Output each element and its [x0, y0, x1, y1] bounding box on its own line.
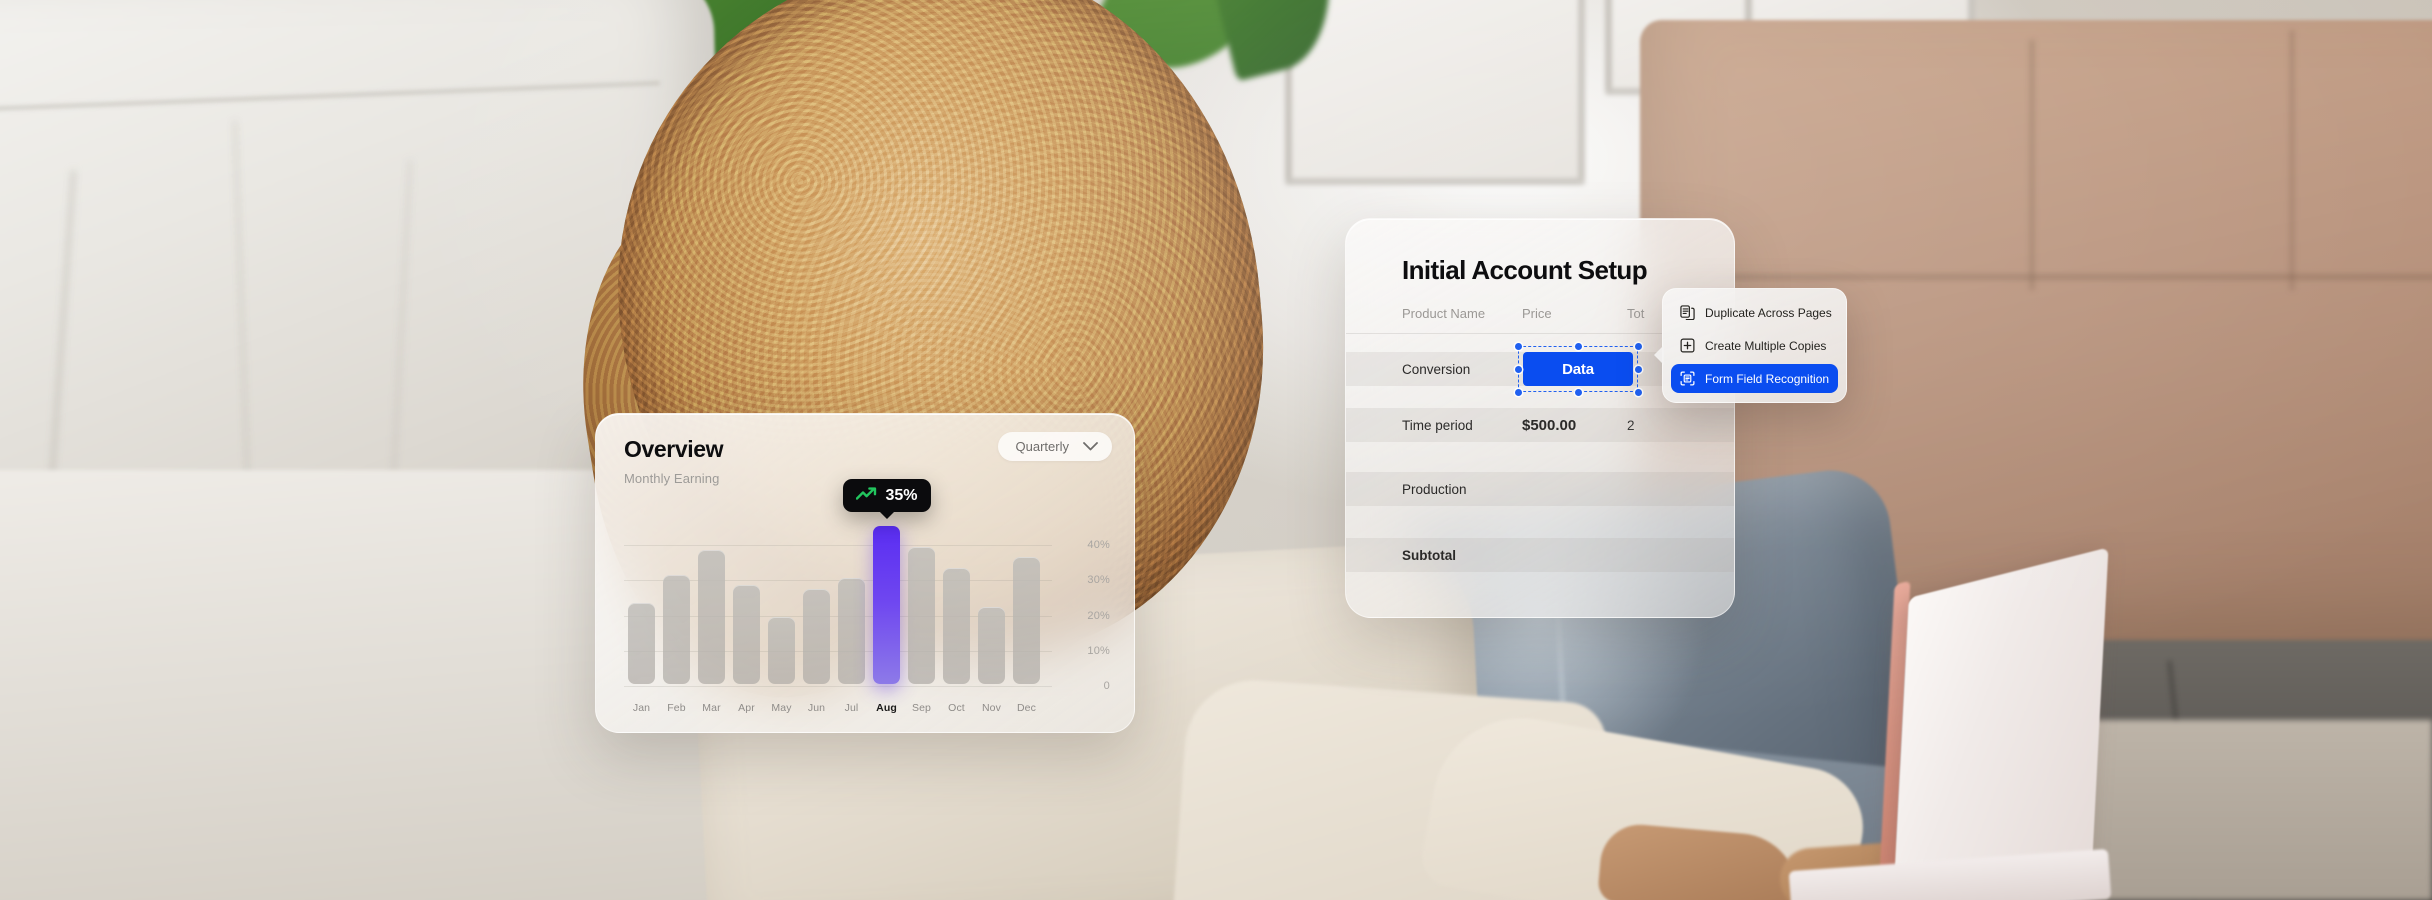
bar[interactable]: [733, 585, 760, 684]
bar[interactable]: [628, 603, 655, 684]
plus-box-icon: [1680, 338, 1695, 353]
bar-column[interactable]: [694, 524, 729, 684]
chart-bars: 35%: [624, 479, 1044, 684]
menu-item-duplicate-across-pages[interactable]: Duplicate Across Pages: [1671, 298, 1838, 327]
laptop-screen: [1891, 547, 2109, 900]
initial-account-setup-card: Initial Account Setup Product Name Price…: [1345, 218, 1735, 618]
sofa-seam: [1650, 275, 2432, 279]
menu-item-create-multiple-copies[interactable]: Create Multiple Copies: [1671, 331, 1838, 360]
y-axis-tick-label: 40%: [1087, 539, 1110, 552]
bar[interactable]: [908, 546, 935, 684]
cell-subtotal-label: Subtotal: [1402, 547, 1456, 563]
trending-up-icon: [855, 486, 876, 505]
x-axis-tick-label: Mar: [702, 702, 721, 714]
bar-column[interactable]: [1009, 524, 1044, 684]
bar[interactable]: [1013, 557, 1040, 684]
document-copy-icon: [1680, 305, 1695, 320]
resize-handle-top-right[interactable]: [1634, 342, 1642, 350]
cell-price: $500.00: [1522, 416, 1577, 434]
bar-column[interactable]: [799, 524, 834, 684]
background-photo: [0, 0, 2432, 900]
bar-column[interactable]: [904, 524, 939, 684]
x-axis-tick-label: Jul: [844, 702, 859, 714]
menu-item-form-field-recognition[interactable]: Form Field Recognition: [1671, 364, 1838, 393]
bar[interactable]: [838, 578, 865, 684]
x-axis-tick-label: Jan: [632, 702, 651, 714]
bar-column[interactable]: [939, 524, 974, 684]
column-header-product-name: Product Name: [1402, 306, 1486, 321]
sofa-seam: [2290, 30, 2294, 290]
table-row[interactable]: Time period $500.00 2: [1346, 408, 1734, 442]
context-menu: Duplicate Across Pages Create Multiple Co…: [1654, 288, 1847, 403]
menu-item-label: Duplicate Across Pages: [1705, 305, 1832, 320]
y-axis-tick-label: 20%: [1087, 609, 1110, 622]
overview-chart-card: Overview Monthly Earning Quarterly 40% 30…: [595, 413, 1135, 733]
x-axis-tick-label: May: [771, 702, 792, 714]
resize-handle-top-center[interactable]: [1574, 342, 1582, 350]
bar-column[interactable]: [974, 524, 1009, 684]
x-axis-tick-label: Feb: [667, 702, 686, 714]
cell-product-name: Conversion: [1402, 361, 1471, 377]
resize-handle-middle-left[interactable]: [1514, 365, 1522, 373]
cell-product-name: Time period: [1402, 417, 1473, 433]
bar-column[interactable]: [624, 524, 659, 684]
selected-form-field[interactable]: Data: [1514, 342, 1642, 396]
period-dropdown-value: Quarterly: [1015, 439, 1069, 454]
x-axis-tick-label: Aug: [876, 702, 897, 714]
menu-item-label: Form Field Recognition: [1705, 371, 1830, 386]
cell-product-name: Production: [1402, 481, 1467, 497]
bar-column[interactable]: 35%: [842, 479, 931, 684]
bar-chart-plot: 40% 30% 20% 10% 0 35%: [624, 479, 1110, 692]
form-scan-icon: [1680, 371, 1695, 386]
wall-frame: [1285, 0, 1585, 185]
x-axis-tick-label: Nov: [982, 702, 1001, 714]
setup-card-title: Initial Account Setup: [1402, 255, 1648, 285]
sofa-seam: [2030, 40, 2034, 290]
y-axis-tick-label: 10%: [1087, 644, 1110, 657]
resize-handle-top-left[interactable]: [1514, 342, 1522, 350]
bar-column[interactable]: [764, 524, 799, 684]
bar[interactable]: [978, 606, 1005, 684]
x-axis-tick-label: Sep: [912, 702, 931, 714]
bar[interactable]: [803, 588, 830, 684]
bar-column[interactable]: [729, 524, 764, 684]
resize-handle-middle-right[interactable]: [1634, 365, 1642, 373]
bar-column[interactable]: [659, 524, 694, 684]
bar-column[interactable]: [834, 524, 869, 684]
chart-x-axis-labels: Jan Feb Mar Apr May Jun Jul Aug Sep Oct Nov Dec: [624, 702, 1044, 714]
chart-card-header: Overview Monthly Earning Quarterly: [596, 414, 1134, 486]
gridline: [624, 686, 1052, 687]
menu-item-label: Create Multiple Copies: [1705, 338, 1827, 353]
bar[interactable]: [768, 617, 795, 684]
x-axis-tick-label: Apr: [738, 702, 755, 714]
column-header-price: Price: [1522, 306, 1552, 321]
x-axis-tick-label: Jun: [807, 702, 826, 714]
resize-handle-bottom-right[interactable]: [1634, 388, 1642, 396]
table-row-subtotal[interactable]: Subtotal: [1346, 538, 1734, 572]
tooltip-value: 35%: [885, 486, 918, 504]
bar[interactable]: [943, 567, 970, 684]
x-axis-tick-label: Oct: [948, 702, 965, 714]
bar[interactable]: [698, 550, 725, 684]
chart-tooltip: 35%: [842, 479, 931, 519]
form-field-value[interactable]: Data: [1523, 352, 1633, 386]
resize-handle-bottom-center[interactable]: [1574, 388, 1582, 396]
resize-handle-bottom-left[interactable]: [1514, 388, 1522, 396]
cell-total: 2: [1627, 417, 1635, 433]
chevron-down-icon: [1083, 442, 1098, 451]
bar[interactable]: [663, 574, 690, 684]
x-axis-tick-label: Dec: [1017, 702, 1036, 714]
table-row[interactable]: Production: [1346, 472, 1734, 506]
bar-highlighted[interactable]: [873, 525, 900, 684]
y-axis-tick-label: 0: [1103, 680, 1110, 692]
period-dropdown[interactable]: Quarterly: [997, 432, 1112, 461]
y-axis-tick-label: 30%: [1087, 574, 1110, 587]
